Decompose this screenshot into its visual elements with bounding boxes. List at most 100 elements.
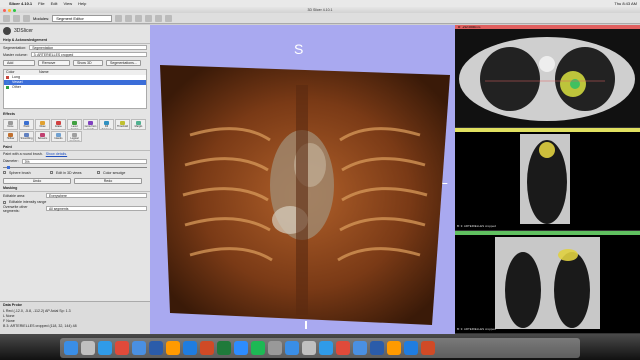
dock-app-icon[interactable] [421, 341, 435, 355]
effect-button-erase[interactable]: Erase [51, 119, 66, 130]
launchpad-icon[interactable] [81, 341, 95, 355]
color-smudge-label: Color smudge [103, 170, 126, 175]
module-selector[interactable]: Segment Editor [52, 14, 113, 22]
edit-3d-checkbox[interactable] [50, 171, 53, 174]
effect-button-logical-operators[interactable]: Logical operators [67, 131, 82, 142]
powerpoint-icon[interactable] [200, 341, 214, 355]
editable-intensity-label: Editable intensity range [9, 200, 47, 204]
effect-button-margin[interactable]: Margin [131, 119, 146, 130]
dicom-icon[interactable] [13, 14, 20, 22]
yellow-slice-view[interactable]: B: 3: ARTERIELLES cropped [455, 128, 640, 231]
masking-section[interactable]: Masking [0, 185, 150, 192]
menu-help[interactable]: Help [78, 1, 86, 6]
diameter-slider-handle[interactable] [7, 165, 10, 169]
effect-button-grow-from-seeds[interactable]: Grow from seeds [83, 119, 98, 130]
show-3d-button[interactable]: Show 3D [73, 59, 103, 66]
col-color: Color [6, 70, 15, 74]
segment-color-swatch[interactable] [6, 76, 9, 79]
sphere-brush-checkbox[interactable] [3, 171, 6, 174]
spotify-icon[interactable] [251, 341, 265, 355]
3d-view[interactable]: S L [150, 25, 455, 334]
help-section[interactable]: Help & Acknowledgement [0, 37, 150, 44]
effect-button-none[interactable]: None [3, 119, 18, 130]
photoshop-icon[interactable] [183, 341, 197, 355]
effect-label: Margin [134, 125, 143, 128]
show-details-link[interactable]: Show details. [46, 152, 67, 156]
effect-button-smoothing[interactable]: Smoothing [19, 131, 34, 142]
effect-label: Level tracing [70, 125, 79, 130]
editable-area-select[interactable]: Everywhere [46, 193, 147, 198]
segment-name: Other [12, 85, 21, 89]
menu-file[interactable]: File [38, 1, 44, 6]
segmentation-select[interactable]: Segmentation [29, 45, 147, 50]
spine [296, 85, 308, 315]
crosshair-icon[interactable] [145, 14, 153, 22]
finder-icon[interactable] [64, 341, 78, 355]
redo-button[interactable]: Redo [74, 177, 142, 184]
effect-button-islands[interactable]: Islands [51, 131, 66, 142]
paint-label: Paint [0, 144, 150, 151]
green-slice-view[interactable]: B: 3: ARTERIELLES cropped [455, 231, 640, 334]
illustrator-icon[interactable] [166, 341, 180, 355]
effect-button-scissors[interactable]: Scissors [35, 131, 50, 142]
safari-icon[interactable] [98, 341, 112, 355]
effect-button-draw[interactable]: Draw [35, 119, 50, 130]
screenshot-icon[interactable] [155, 14, 163, 22]
effect-button-hollow[interactable]: Hollow [3, 131, 18, 142]
effect-button-fill-between-slices[interactable]: Fill between slices [99, 119, 114, 130]
segment-color-swatch[interactable] [6, 86, 9, 89]
effect-button-threshold[interactable]: Threshold [115, 119, 130, 130]
effect-button-paint[interactable]: Paint [19, 119, 34, 130]
module-back-icon[interactable] [115, 14, 123, 22]
segment-row-other[interactable]: Other [4, 85, 146, 90]
red-slice-view[interactable]: R: -212.0000mm [455, 25, 640, 128]
effect-button-level-tracing[interactable]: Level tracing [67, 119, 82, 130]
close-icon[interactable] [3, 8, 6, 12]
add-segment-button[interactable]: Add [3, 59, 35, 66]
volume-rendering[interactable] [150, 25, 455, 334]
save-icon[interactable] [23, 14, 30, 22]
segment-color-swatch[interactable] [6, 81, 9, 84]
edit-3d-label: Edit in 3D views [56, 170, 82, 175]
dock-app-icon[interactable] [387, 341, 401, 355]
load-data-icon[interactable] [3, 14, 10, 22]
color-smudge-checkbox[interactable] [97, 171, 100, 174]
dock-app-icon[interactable] [336, 341, 350, 355]
overwrite-label: Overwrite other segments: [3, 204, 28, 213]
slicer-logo: 3DSlicer [14, 28, 33, 34]
dock-app-icon[interactable] [319, 341, 333, 355]
dock-app-icon[interactable] [404, 341, 418, 355]
window-title: 3D Slicer 4.10.1 [307, 8, 333, 12]
chrome-icon[interactable] [115, 341, 129, 355]
python-icon[interactable] [165, 14, 173, 22]
dock-app-icon[interactable] [302, 341, 316, 355]
dock-app-icon[interactable] [353, 341, 367, 355]
master-volume-select[interactable]: 3: ARTERIELLES cropped [30, 52, 147, 57]
zoom-icon[interactable] [234, 341, 248, 355]
menu-app[interactable]: Slicer 4.10.1 [9, 1, 32, 6]
zoom-icon[interactable] [13, 8, 16, 12]
clock: Thu 8:43 AM [614, 1, 637, 6]
probe-line: B 3: ARTERIELLES cropped (118, 32, 144) … [3, 323, 77, 328]
overwrite-select[interactable]: All segments [46, 206, 147, 211]
segmentations-button[interactable]: Segmentations... [106, 59, 141, 66]
editable-intensity-checkbox[interactable] [3, 200, 6, 204]
excel-icon[interactable] [217, 341, 231, 355]
sagittal-slice-image [520, 134, 570, 224]
mail-icon[interactable] [132, 341, 146, 355]
module-forward-icon[interactable] [125, 14, 133, 22]
menu-edit[interactable]: Edit [51, 1, 58, 6]
main-toolbar: Modules: Segment Editor [0, 13, 640, 24]
word-icon[interactable] [149, 341, 163, 355]
undo-button[interactable]: Undo [3, 177, 71, 184]
diameter-input[interactable]: 3% [21, 158, 147, 164]
dock-app-icon[interactable] [285, 341, 299, 355]
minimize-icon[interactable] [8, 8, 11, 12]
window-titlebar: 3D Slicer 4.10.1 [0, 7, 640, 13]
remove-segment-button[interactable]: Remove [38, 59, 70, 66]
editable-area-label: Editable area: [3, 193, 26, 198]
menu-view[interactable]: View [64, 1, 73, 6]
layout-icon[interactable] [135, 14, 143, 22]
trash-icon[interactable] [268, 341, 282, 355]
dock-app-icon[interactable] [370, 341, 384, 355]
